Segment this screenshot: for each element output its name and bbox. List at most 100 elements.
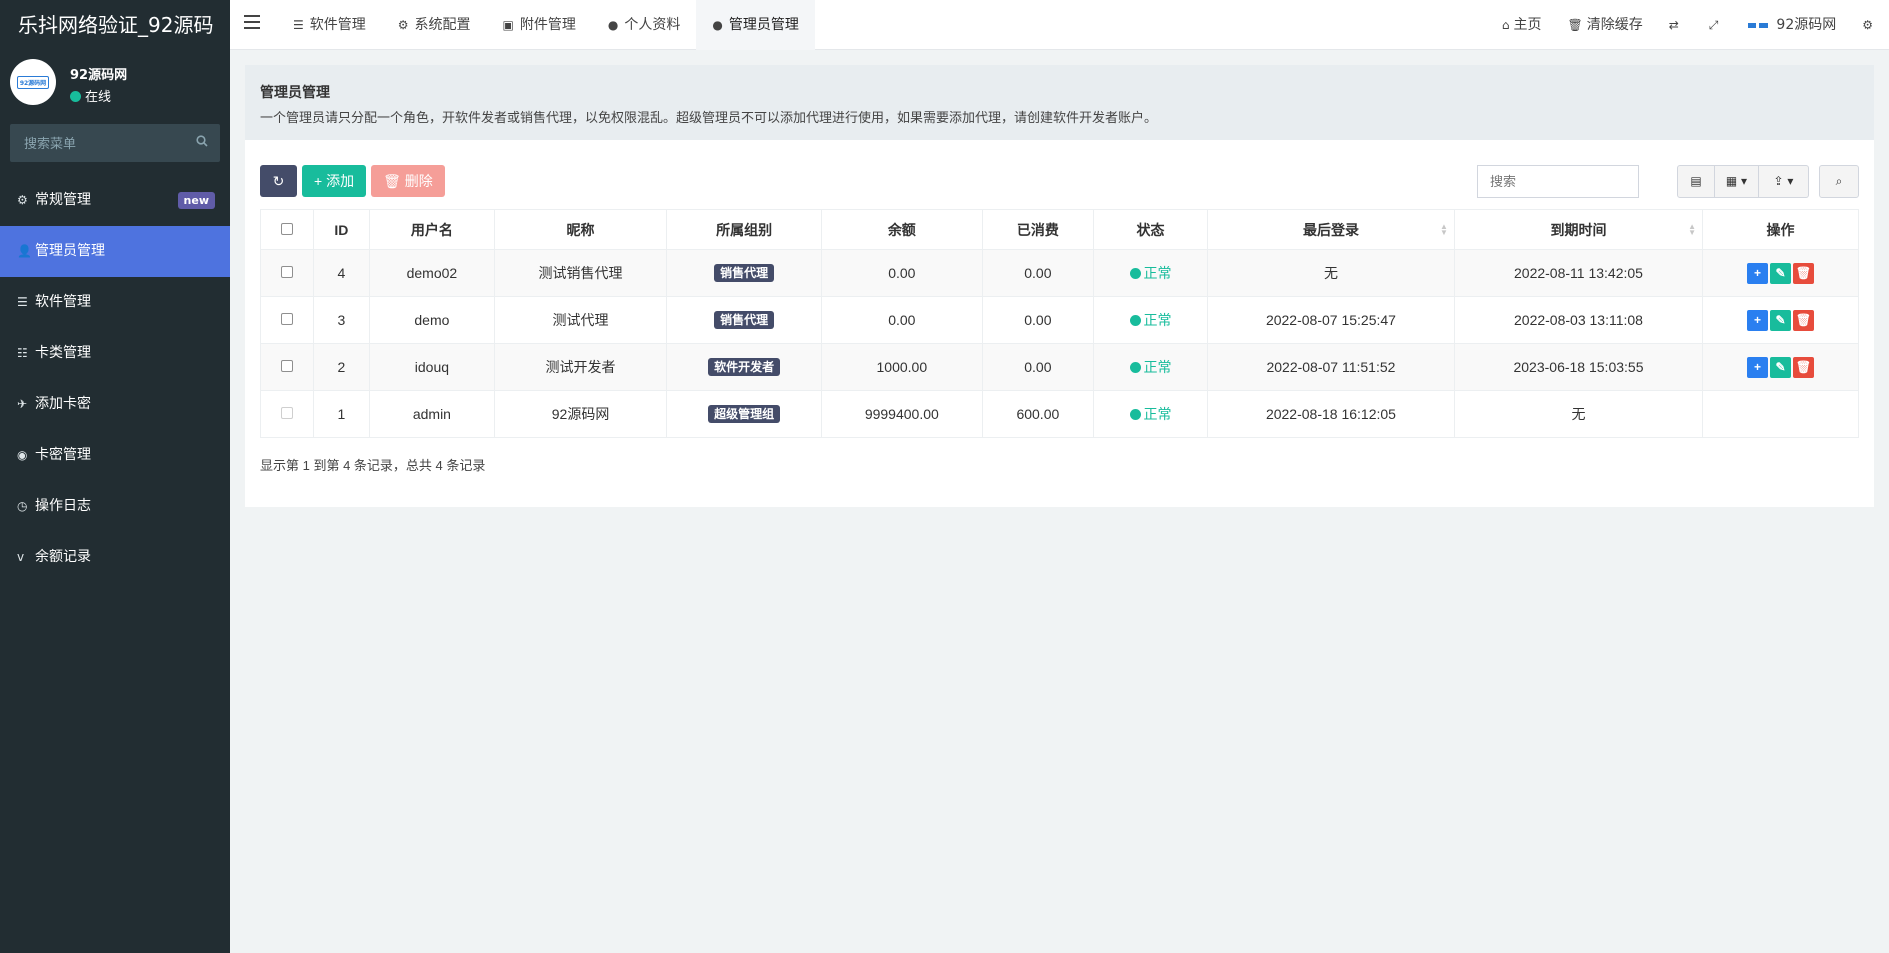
translate-button[interactable]: ⇄ [1656, 0, 1696, 50]
delete-row-button[interactable]: 🗑 [1793, 262, 1815, 284]
nickname-cell: 测试开发者 [493, 343, 668, 391]
table-row[interactable]: 2 idouq 测试开发者 软件开发者 1000.00 0.00 正常 2022-08-07 … [260, 343, 1859, 391]
column-header[interactable]: 到期时间 ▲ ▼ [1453, 209, 1704, 250]
row-checkbox[interactable] [280, 407, 293, 419]
admin-table: ID 用户名 昵称 所属组别 余额 已消费 状态 最后登录 ▲ ▼ 到期时间 ▲ ▼ 操作 4 demo02… [260, 209, 1859, 438]
last-login-cell: 无 [1206, 249, 1455, 297]
sidebar-item-5[interactable]: ◉ 卡密管理 [0, 430, 230, 481]
expire-cell: 无 [1453, 390, 1704, 438]
add-button[interactable]: + 添加 [302, 165, 367, 197]
user-name: 92源码网 [70, 68, 128, 83]
sidebar-item-7[interactable]: v 余额记录 [0, 532, 230, 583]
table-row[interactable]: 3 demo 测试代理 销售代理 0.00 0.00 正常 2022-08-07 15:25:… [260, 296, 1859, 344]
user-menu[interactable]: 92源码网 [1735, 0, 1849, 50]
edit-row-button[interactable]: ✎ [1770, 356, 1792, 378]
search-icon[interactable] [196, 135, 208, 151]
group-badge: 软件开发者 [708, 358, 781, 376]
user-panel: 92源码网 92源码网 在线 [0, 50, 230, 118]
balance-cell: 0.00 [821, 296, 983, 344]
status-cell[interactable]: 正常 [1093, 390, 1208, 438]
trash-icon: 🗑 [383, 173, 405, 189]
status-cell[interactable]: 正常 [1093, 249, 1208, 297]
refresh-button[interactable]: ↻ [260, 165, 297, 197]
group-cell: 销售代理 [666, 249, 822, 297]
tab-4[interactable]: ● 管理员管理 [696, 0, 815, 50]
table-search-input[interactable] [1477, 165, 1639, 198]
tab-1[interactable]: ⚙ 系统配置 [382, 0, 487, 50]
tab-label: 软件管理 [309, 17, 366, 33]
tab-3[interactable]: ● 个人资料 [592, 0, 696, 50]
row-checkbox[interactable] [280, 313, 293, 325]
edit-row-button[interactable]: ✎ [1770, 309, 1792, 331]
expire-cell: 2022-08-03 13:11:08 [1453, 296, 1704, 344]
list-icon: ☰ [293, 18, 304, 32]
delete-row-button[interactable]: 🗑 [1793, 356, 1815, 378]
status-label: 正常 [1143, 406, 1172, 422]
settings-button[interactable]: ⚙ [1849, 0, 1889, 50]
clear-cache-button[interactable]: 🗑 清除缓存 [1555, 0, 1656, 50]
table-row[interactable]: 1 admin 92源码网 超级管理组 9999400.00 600.00 正常 2022-0… [260, 390, 1859, 438]
expire-cell: 2022-08-11 13:42:05 [1453, 249, 1704, 297]
sidebar-item-3[interactable]: ☷ 卡类管理 [0, 328, 230, 379]
online-dot-icon [70, 91, 81, 102]
actions-cell: + ✎ 🗑 [1702, 249, 1859, 297]
table-row[interactable]: 4 demo02 测试销售代理 销售代理 0.00 0.00 正常 无 2022-08-11 1… [260, 249, 1859, 297]
main-panel: 管理员管理 一个管理员请只分配一个角色，开软件发者或销售代理，以免权限混乱。超级… [245, 65, 1874, 507]
user-status: 在线 [70, 86, 111, 105]
group-cell: 软件开发者 [666, 343, 822, 391]
delete-row-button[interactable]: 🗑 [1793, 309, 1815, 331]
sidebar-item-1[interactable]: 👤 管理员管理 [0, 226, 230, 277]
sidebar-item-label: 添加卡密 [35, 396, 91, 412]
column-header[interactable]: 最后登录 ▲ ▼ [1206, 209, 1455, 250]
select-cell [260, 343, 314, 391]
gears-icon: ⚙ [17, 193, 28, 207]
tab-2[interactable]: ▣ 附件管理 [487, 0, 592, 50]
delete-button[interactable]: 🗑 删除 [371, 165, 445, 197]
add-row-button[interactable]: + [1747, 262, 1769, 284]
sidebar-item-2[interactable]: ☰ 软件管理 [0, 277, 230, 328]
column-header: 已消费 [981, 209, 1095, 250]
row-checkbox[interactable] [280, 360, 293, 372]
toggle-view-button[interactable]: ▤ [1677, 165, 1715, 198]
balance-cell: 1000.00 [821, 343, 983, 391]
actions-cell: + ✎ 🗑 [1702, 343, 1859, 391]
app-title[interactable]: 乐抖网络验证_92源码 [0, 0, 230, 50]
fullscreen-button[interactable]: ⤢ [1696, 0, 1736, 50]
sidebar-item-4[interactable]: ✈ 添加卡密 [0, 379, 230, 430]
select-all-checkbox[interactable] [280, 222, 293, 235]
new-badge: new [177, 192, 215, 209]
list-view-icon: ▤ [1690, 174, 1702, 188]
export-button[interactable]: ⇪ ▾ [1759, 165, 1809, 198]
table-toolbar: ↻ + 添加 🗑 删除 [260, 165, 450, 197]
gear-icon: ⚙ [397, 18, 409, 32]
columns-button[interactable]: ▦ ▾ [1715, 165, 1759, 198]
paper-plane-icon: ✈ [17, 397, 28, 411]
status-cell[interactable]: 正常 [1093, 343, 1208, 391]
id-cell: 4 [312, 249, 371, 297]
row-checkbox[interactable] [280, 266, 293, 278]
add-row-button[interactable]: + [1747, 356, 1769, 378]
sidebar-search-input[interactable] [10, 124, 220, 162]
sidebar-item-6[interactable]: ◷ 操作日志 [0, 481, 230, 532]
sidebar-toggle-icon[interactable] [244, 15, 260, 35]
sidebar-item-0[interactable]: ⚙ 常规管理 new [0, 175, 230, 226]
topbar: ☰ 软件管理 ⚙ 系统配置 ▣ 附件管理 ● 个人资料 ● 管理员管理 ⌂ 主页 🗑 清除缓存 ⇄ ⤢… [230, 0, 1889, 50]
tab-0[interactable]: ☰ 软件管理 [277, 0, 382, 50]
actions-cell: + ✎ 🗑 [1702, 296, 1859, 344]
group-badge: 销售代理 [714, 311, 775, 329]
status-label: 正常 [1143, 359, 1172, 375]
search-icon: ⌕ [1835, 174, 1843, 188]
last-login-cell: 2022-08-18 16:12:05 [1206, 390, 1455, 438]
status-label: 正常 [1143, 312, 1172, 328]
user-icon: ● [712, 18, 723, 32]
pagination-info: 显示第 1 到第 4 条记录，总共 4 条记录 [260, 458, 486, 473]
common-search-button[interactable]: ⌕ [1819, 165, 1859, 198]
sidebar-item-label: 卡密管理 [35, 447, 91, 463]
edit-row-button[interactable]: ✎ [1770, 262, 1792, 284]
home-link[interactable]: ⌂ 主页 [1489, 0, 1555, 50]
column-header: 状态 [1093, 209, 1208, 250]
status-cell[interactable]: 正常 [1093, 296, 1208, 344]
status-dot-icon [1129, 268, 1141, 279]
avatar[interactable]: 92源码网 [10, 59, 56, 105]
add-row-button[interactable]: + [1747, 309, 1769, 331]
